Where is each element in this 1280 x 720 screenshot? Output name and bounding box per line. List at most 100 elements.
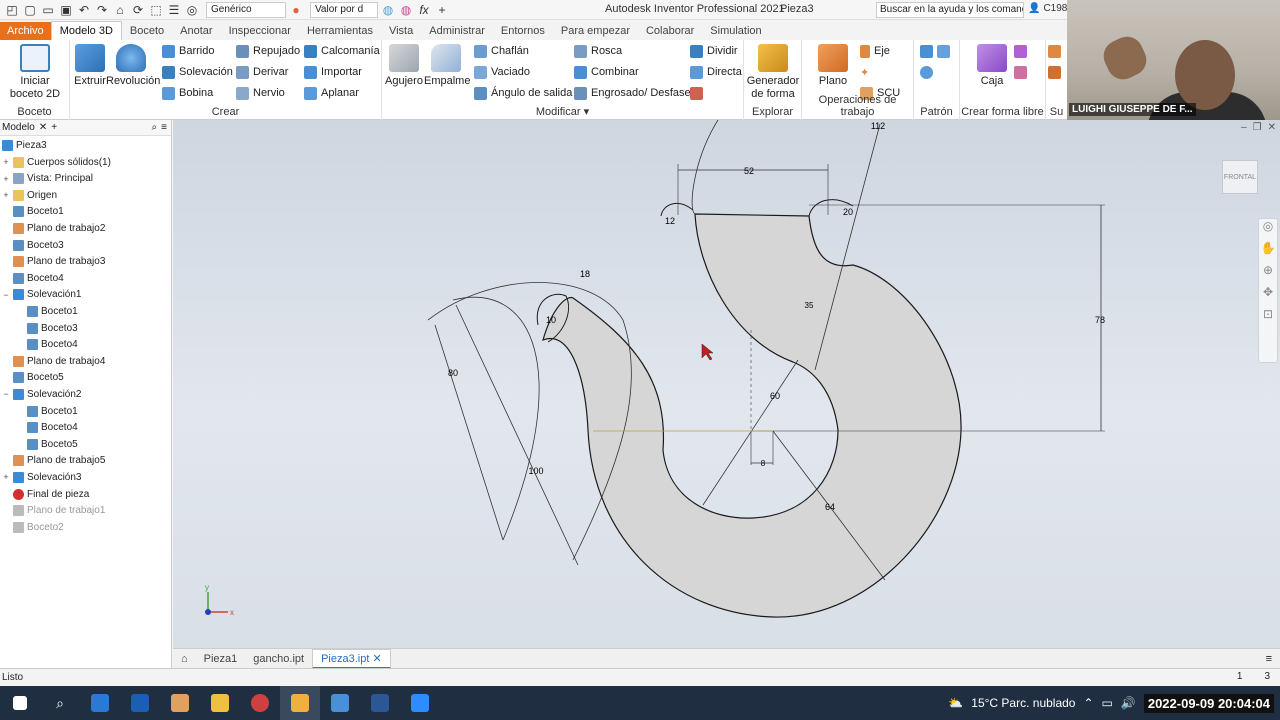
graphics-viewport[interactable]: 52 112 12 20 78 18 10 80 100 60 8 64 35 …	[173, 120, 1280, 648]
tab-colaborar[interactable]: Colaborar	[638, 22, 702, 40]
tree-item[interactable]: Boceto5	[2, 370, 64, 386]
tree-item[interactable]: Plano de trabajo2	[2, 220, 105, 236]
decal-button[interactable]: Calcomanía	[304, 42, 380, 60]
home-icon[interactable]: ⌂	[112, 2, 128, 18]
plane-button[interactable]: Plano	[808, 44, 858, 88]
freeform-tool-button[interactable]	[1014, 42, 1027, 60]
combine-button[interactable]: Combinar	[574, 63, 639, 81]
dim-text-80[interactable]: 80	[448, 368, 458, 378]
save-icon[interactable]: ▣	[58, 2, 74, 18]
tree-expander-icon[interactable]: +	[2, 174, 10, 184]
fillet-button[interactable]: Empalme	[424, 44, 470, 88]
emboss-button[interactable]: Repujado	[236, 42, 300, 60]
add-tab-icon[interactable]: +	[51, 122, 57, 133]
home-tab-icon[interactable]: ⌂	[173, 651, 196, 667]
dim-text-8[interactable]: 8	[761, 459, 766, 468]
volume-icon[interactable]: 🔊	[1121, 696, 1136, 710]
dim-text-78[interactable]: 78	[1095, 315, 1105, 325]
app-menu-icon[interactable]: ◰	[4, 2, 20, 18]
doc-tab-pieza1[interactable]: Pieza1	[196, 651, 246, 667]
dim-text-64[interactable]: 64	[825, 502, 835, 512]
tree-expander-icon[interactable]: −	[2, 389, 10, 399]
dim-text-12[interactable]: 12	[665, 216, 675, 226]
redo-icon[interactable]: ↷	[94, 2, 110, 18]
tree-item[interactable]: Plano de trabajo4	[2, 353, 105, 369]
dim-text-60[interactable]: 60	[770, 391, 780, 401]
tab-boceto[interactable]: Boceto	[122, 22, 172, 40]
zoom-app-icon[interactable]	[400, 686, 440, 720]
select-icon[interactable]: ⬚	[148, 2, 164, 18]
tab-simulation[interactable]: Simulation	[702, 22, 769, 40]
sweep-button[interactable]: Barrido	[162, 42, 214, 60]
fx-icon[interactable]: fx	[416, 2, 432, 18]
tab-administrar[interactable]: Administrar	[421, 22, 493, 40]
dim-text-52[interactable]: 52	[744, 166, 754, 176]
browser-tab-modelo[interactable]: Modelo	[2, 122, 35, 133]
tree-item[interactable]: Boceto5	[16, 436, 78, 452]
tree-item[interactable]: + Origen	[2, 187, 57, 203]
search-icon[interactable]: ⌕	[152, 122, 158, 133]
freeform-edit-button[interactable]	[1014, 63, 1027, 81]
tree-item[interactable]: Final de pieza	[2, 486, 89, 502]
coil-button[interactable]: Bobina	[162, 84, 213, 102]
help-search-input[interactable]: Buscar en la ayuda y los comanc	[876, 2, 1024, 18]
circular-pattern-button[interactable]	[920, 63, 933, 81]
tab-modelo-3d[interactable]: Modelo 3D	[50, 21, 122, 40]
tree-item[interactable]: Boceto3	[16, 320, 78, 336]
surface2-button[interactable]	[1048, 63, 1061, 81]
word-app-icon[interactable]	[360, 686, 400, 720]
thread-button[interactable]: Rosca	[574, 42, 622, 60]
revolve-button[interactable]: Revolución	[106, 44, 160, 88]
rect-pattern-button[interactable]	[920, 42, 950, 60]
start-sketch-button[interactable]: Iniciar boceto 2D	[4, 44, 66, 101]
steering-wheel-icon[interactable]: ◎	[1259, 219, 1277, 241]
tree-expander-icon[interactable]: +	[2, 190, 10, 200]
flatten-button[interactable]: Aplanar	[304, 84, 359, 102]
dim-text-112[interactable]: 112	[871, 121, 885, 131]
tab-vista[interactable]: Vista	[381, 22, 421, 40]
tree-root[interactable]: Pieza3	[2, 137, 47, 153]
zoom-icon[interactable]: ⊕	[1259, 263, 1277, 285]
pan-icon[interactable]: ✋	[1259, 241, 1277, 263]
derive-button[interactable]: Derivar	[236, 63, 288, 81]
box-button[interactable]: Caja	[970, 44, 1014, 88]
axis-button[interactable]: Eje	[860, 42, 890, 60]
clock[interactable]: 2022-09-09 20:04:04	[1143, 693, 1274, 713]
thicken-button[interactable]: Engrosado/ Desfase	[574, 84, 691, 102]
tab-entornos[interactable]: Entornos	[493, 22, 553, 40]
tab-anotar[interactable]: Anotar	[172, 22, 220, 40]
dim-text-100[interactable]: 100	[528, 466, 543, 476]
new-file-icon[interactable]: ▢	[22, 2, 38, 18]
close-icon[interactable]: ✕	[39, 122, 47, 133]
tab-archivo[interactable]: Archivo	[0, 22, 51, 40]
dim-text-18[interactable]: 18	[580, 269, 590, 279]
tab-inspeccionar[interactable]: Inspeccionar	[221, 22, 299, 40]
search-taskbar-icon[interactable]: ⌕	[40, 686, 80, 720]
update-icon[interactable]: ⟳	[130, 2, 146, 18]
tree-item[interactable]: Boceto4	[16, 337, 78, 353]
point-button[interactable]: ✦	[860, 63, 869, 81]
tree-item[interactable]: Boceto1	[2, 204, 64, 220]
restore-icon[interactable]: ❐	[1253, 122, 1262, 133]
tree-expander-icon[interactable]: +	[2, 157, 10, 167]
minimize-icon[interactable]: –	[1241, 122, 1247, 133]
material-select[interactable]: Genérico	[206, 1, 286, 18]
color-icon[interactable]: ◍	[398, 2, 414, 18]
tray-chevron-icon[interactable]: ⌃	[1083, 696, 1093, 710]
doc-tab-pieza3[interactable]: Pieza3.ipt ✕	[312, 648, 391, 669]
tree-item[interactable]: Plano de trabajo3	[2, 254, 105, 270]
shape-generator-button[interactable]: Generador de forma	[746, 44, 800, 101]
dim-text-20[interactable]: 20	[843, 207, 853, 217]
tab-para-empezar[interactable]: Para empezar	[553, 22, 638, 40]
doc-tab-gancho[interactable]: gancho.ipt	[245, 651, 312, 667]
tree-item[interactable]: + Solevación3	[2, 469, 81, 485]
menu-icon[interactable]: ≡	[161, 122, 167, 133]
dim-text-35[interactable]: 35	[805, 301, 814, 310]
tree-item[interactable]: Plano de trabajo5	[2, 453, 105, 469]
chrome-app-icon[interactable]	[240, 686, 280, 720]
close-tab-icon[interactable]: ✕	[372, 653, 381, 665]
shell-button[interactable]: Vaciado	[474, 63, 530, 81]
tree-expander-icon[interactable]: +	[2, 472, 10, 482]
delete-face-button[interactable]	[690, 84, 703, 102]
tree-item[interactable]: + Vista: Principal	[2, 171, 93, 187]
